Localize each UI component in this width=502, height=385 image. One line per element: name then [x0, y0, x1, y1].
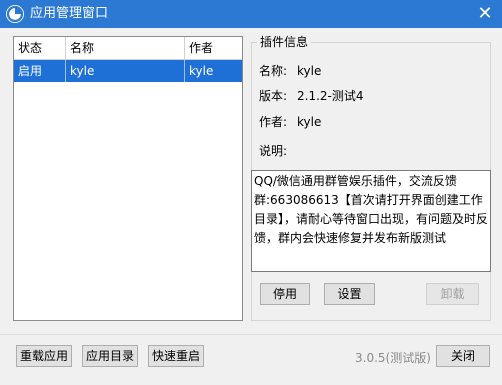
row-author: kyle — [184, 60, 242, 82]
column-header-status[interactable]: 状态 — [14, 37, 65, 59]
description-text[interactable]: QQ/微信通用群管娱乐插件，交流反馈群:663086613【首次请打开界面创建工… — [251, 170, 491, 272]
list-header: 状态 名称 作者 — [14, 37, 242, 60]
window-title: 应用管理窗口 — [30, 6, 109, 21]
plugin-list[interactable]: 状态 名称 作者 启用 kyle kyle — [13, 36, 243, 321]
row-status: 启用 — [18, 64, 43, 78]
quick-restart-button[interactable]: 快速重启 — [148, 345, 204, 367]
version-text: 3.0.5(测试版) — [355, 351, 431, 365]
name-value: kyle — [297, 64, 322, 78]
author-label: 作者: — [259, 115, 288, 129]
disable-button[interactable]: 停用 — [260, 283, 310, 305]
version-label: 版本: — [259, 89, 288, 103]
version-value: 2.1.2-测试4 — [297, 89, 364, 103]
close-button[interactable]: 关闭 — [436, 345, 490, 367]
app-logo-icon — [6, 5, 24, 23]
uninstall-button[interactable]: 卸载 — [426, 283, 479, 305]
app-directory-button[interactable]: 应用目录 — [82, 345, 138, 367]
reload-apps-button[interactable]: 重载应用 — [16, 345, 72, 367]
window-close-icon[interactable]: ✕ — [468, 0, 502, 28]
column-header-name[interactable]: 名称 — [65, 37, 184, 59]
row-name: kyle — [65, 60, 184, 82]
author-value: kyle — [297, 115, 322, 129]
column-header-author[interactable]: 作者 — [184, 37, 242, 59]
title-bar: 应用管理窗口 ✕ — [0, 0, 502, 28]
plugin-info-title: 插件信息 — [257, 35, 312, 49]
description-label: 说明: — [259, 144, 288, 158]
name-label: 名称: — [259, 64, 288, 78]
settings-button[interactable]: 设置 — [324, 283, 375, 305]
list-row[interactable]: 启用 kyle kyle — [14, 60, 242, 82]
